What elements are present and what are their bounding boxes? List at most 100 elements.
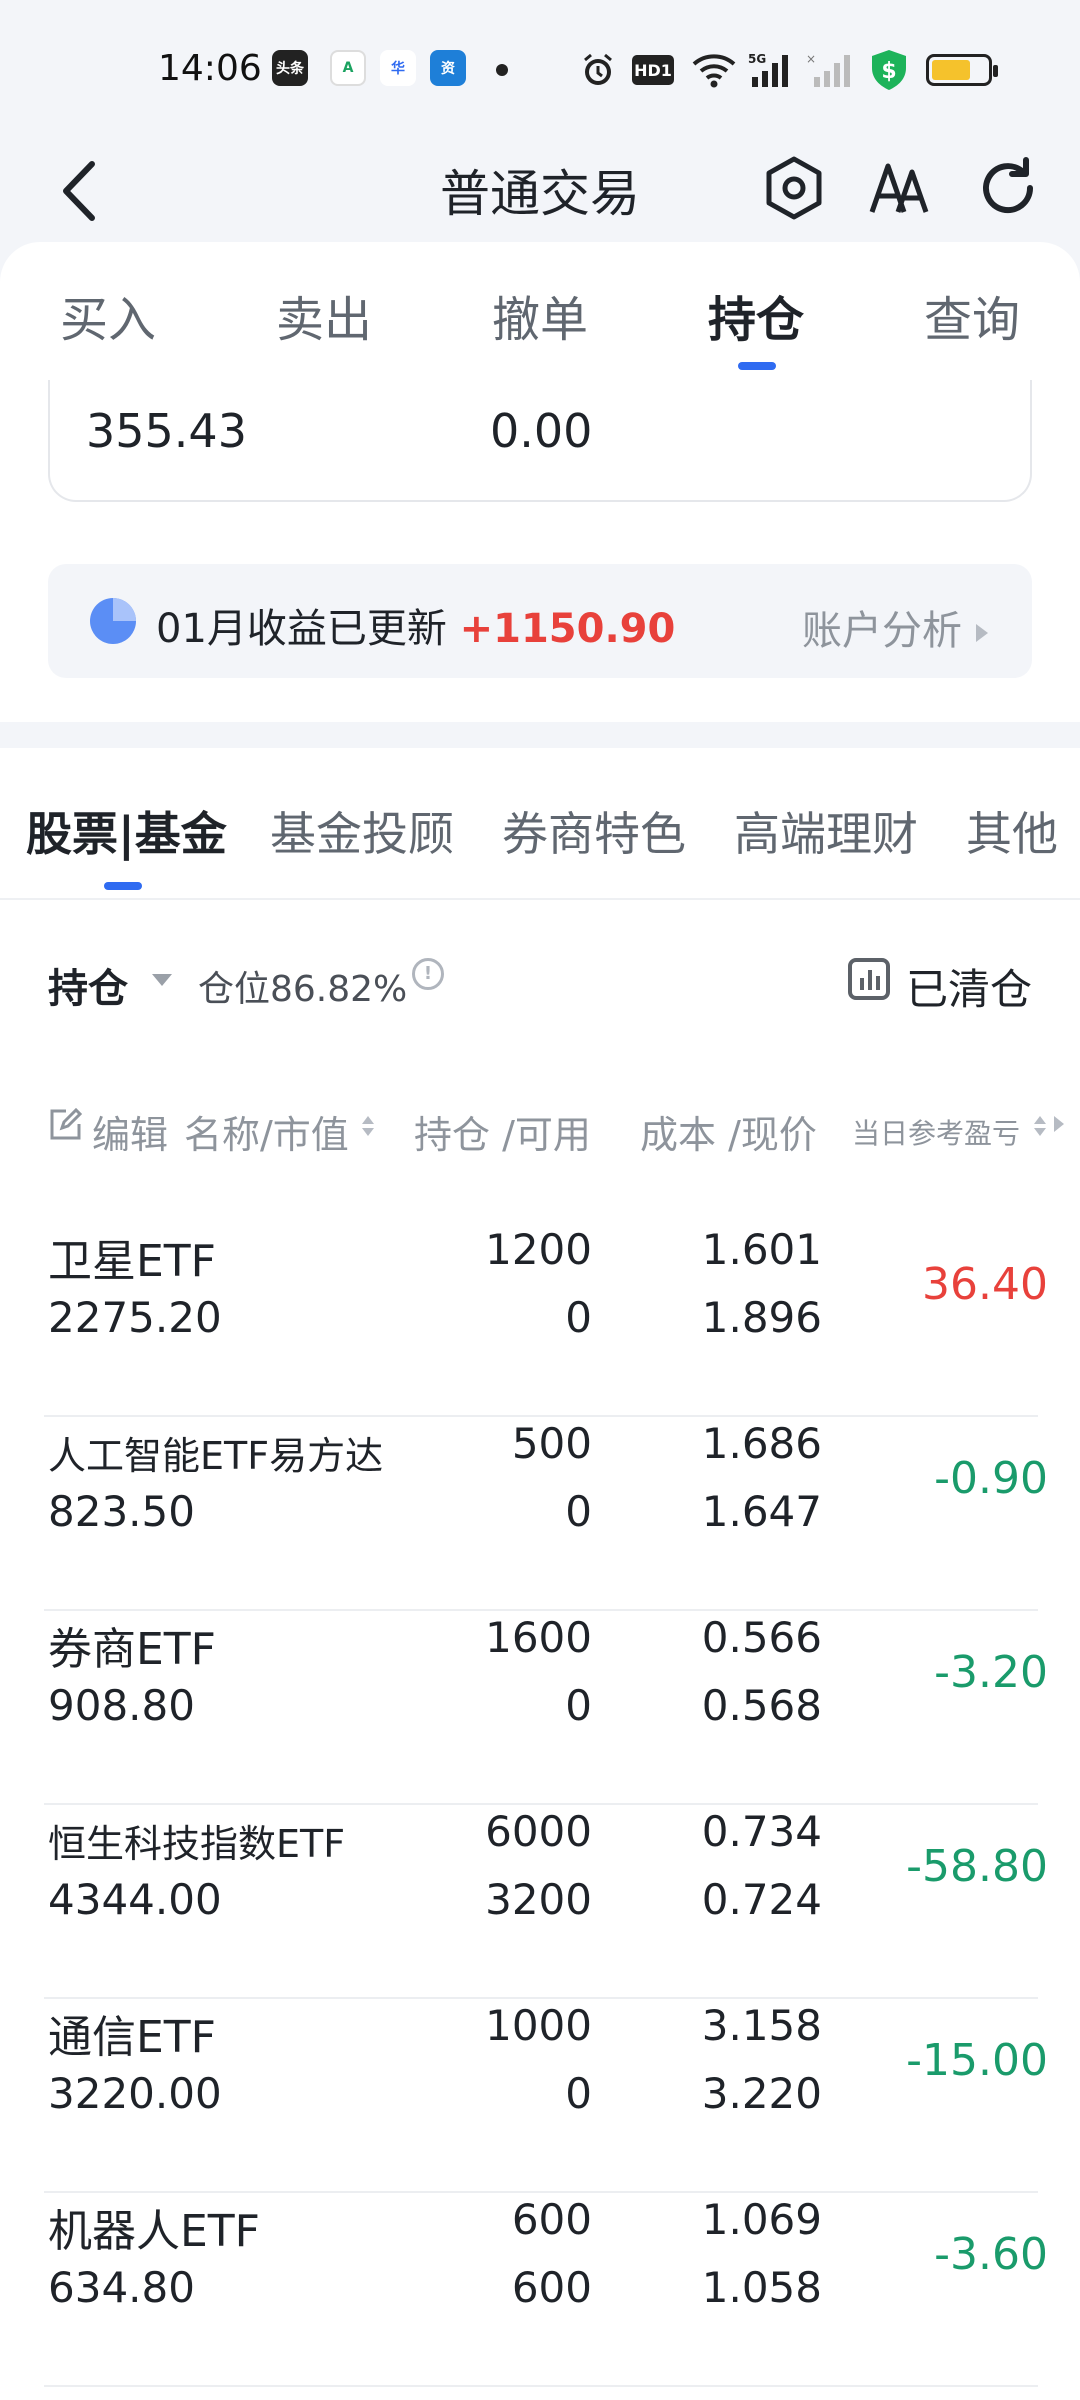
svg-text:×: ×	[806, 52, 816, 66]
column-pl[interactable]: 当日参考盈亏	[852, 1112, 1020, 1152]
income-amount: +1150.90	[459, 606, 676, 652]
sort-down-icon	[362, 1128, 374, 1136]
app-icon-hua: 华	[380, 50, 416, 86]
holding-market-value: 4344.00	[48, 1875, 222, 1924]
account-value-box: 355.43 0.00	[48, 380, 1032, 502]
tab-broker-special[interactable]: 券商特色	[502, 798, 686, 864]
chevron-right-icon	[976, 624, 988, 642]
holding-name: 卫星ETF	[48, 1236, 216, 1287]
edit-icon[interactable]	[48, 1108, 82, 1142]
status-bar: 14:06 头条 A 华 资 HD1 5G × $	[0, 0, 1080, 140]
holding-pl: -3.20	[934, 1647, 1048, 1698]
holding-cost: 3.158	[701, 2001, 822, 2050]
holding-cost: 0.734	[701, 1807, 822, 1856]
holding-name: 机器人ETF	[48, 2206, 260, 2257]
table-row[interactable]: 机器人ETF 634.80 600 600 1.069 1.058 -3.60	[0, 2193, 1080, 2387]
tab-buy[interactable]: 买入	[60, 280, 156, 350]
income-text: 01月收益已更新 +1150.90	[156, 606, 676, 652]
pie-chart-icon	[90, 598, 136, 644]
toutiao-app-icon: 头条	[272, 50, 308, 86]
holding-cost: 1.601	[701, 1225, 822, 1274]
cleared-positions-button[interactable]: 已清仓	[906, 956, 1032, 1017]
holding-market-value: 3220.00	[48, 2069, 222, 2118]
holding-available: 0	[565, 1487, 592, 1536]
table-row[interactable]: 通信ETF 3220.00 1000 0 3.158 3.220 -15.00	[0, 1999, 1080, 2193]
holdings-card: 股票|基金 基金投顾 券商特色 高端理财 其他 持仓 仓位86.82% ! 已清…	[0, 748, 1080, 2400]
active-tab-indicator	[738, 362, 776, 370]
title-bar: 普通交易	[0, 140, 1080, 250]
status-time: 14:06	[158, 48, 262, 89]
holding-market-value: 908.80	[48, 1681, 195, 1730]
holding-price: 0.724	[701, 1875, 822, 1924]
tab-premium-wealth[interactable]: 高端理财	[734, 798, 918, 864]
active-category-indicator	[104, 882, 142, 890]
svg-text:5G: 5G	[748, 52, 766, 66]
holding-quantity: 600	[511, 2195, 592, 2244]
account-value: 355.43	[86, 404, 247, 458]
holding-pl: -58.80	[906, 1841, 1048, 1892]
wifi-icon	[690, 50, 738, 90]
tab-query[interactable]: 查询	[924, 280, 1020, 350]
holding-available: 0	[565, 1681, 592, 1730]
svg-text:$: $	[881, 59, 896, 84]
shield-dollar-icon: $	[868, 50, 910, 90]
holding-name: 恒生科技指数ETF	[48, 1822, 346, 1866]
holding-available: 3200	[485, 1875, 592, 1924]
cleared-positions-icon[interactable]	[848, 958, 890, 1000]
holding-name: 券商ETF	[48, 1624, 216, 1675]
battery-icon	[926, 54, 998, 86]
font-size-button[interactable]	[860, 148, 940, 228]
income-banner[interactable]: 01月收益已更新 +1150.90 账户分析	[48, 564, 1032, 678]
holding-price: 3.220	[701, 2069, 822, 2118]
holding-price: 1.647	[701, 1487, 822, 1536]
app-icon-a: A	[330, 50, 366, 86]
sort-up-icon	[1034, 1116, 1046, 1124]
column-cost: 成本 /现价	[640, 1113, 817, 1157]
holding-quantity: 1600	[485, 1613, 592, 1662]
tab-cancel[interactable]: 撤单	[492, 280, 588, 350]
refresh-icon	[983, 157, 1034, 214]
table-row[interactable]: 恒生科技指数ETF 4344.00 6000 3200 0.734 0.724 -58.80	[0, 1805, 1080, 1999]
holding-market-value: 2275.20	[48, 1293, 222, 1342]
tab-other[interactable]: 其他	[966, 798, 1058, 864]
hd-icon: HD1	[632, 55, 674, 85]
holding-price: 1.896	[701, 1293, 822, 1342]
signal-icon: ×	[806, 50, 854, 90]
holding-name: 通信ETF	[48, 2012, 216, 2063]
account-analysis-link[interactable]: 账户分析	[802, 598, 988, 656]
refresh-button[interactable]	[968, 148, 1048, 228]
info-icon[interactable]: !	[412, 958, 444, 990]
holding-pl: -15.00	[906, 2035, 1048, 2086]
table-row[interactable]: 券商ETF 908.80 1600 0 0.566 0.568 -3.20	[0, 1611, 1080, 1805]
holding-market-value: 823.50	[48, 1487, 195, 1536]
holding-name: 人工智能ETF易方达	[48, 1434, 384, 1478]
holding-pl: -0.90	[934, 1453, 1048, 1504]
table-header: 编辑 名称/市值 持仓 /可用 成本 /现价 当日参考盈亏	[0, 1086, 1080, 1166]
position-ratio: 仓位86.82%	[198, 969, 408, 1010]
position-filter[interactable]: 持仓	[48, 956, 128, 1014]
tab-sell[interactable]: 卖出	[276, 280, 372, 350]
holding-available: 0	[565, 1293, 592, 1342]
hexagon-settings-icon	[766, 156, 822, 220]
column-hold: 持仓 /可用	[414, 1113, 591, 1157]
edit-button[interactable]: 编辑	[92, 1104, 168, 1159]
sort-down-icon	[1034, 1128, 1046, 1136]
holding-quantity: 1000	[485, 2001, 592, 2050]
settings-button[interactable]	[754, 148, 834, 228]
trade-card: 买入 卖出 撤单 持仓 查询 355.43 0.00 01月收益已更新 +115…	[0, 242, 1080, 722]
holding-cost: 1.686	[701, 1419, 822, 1468]
holding-pl: -3.60	[934, 2229, 1048, 2280]
holding-cost: 0.566	[701, 1613, 822, 1662]
holding-available: 600	[511, 2263, 592, 2312]
scroll-right-icon[interactable]	[1054, 1116, 1064, 1132]
tab-fund-advisory[interactable]: 基金投顾	[270, 798, 454, 864]
row-divider	[44, 2385, 1038, 2387]
column-name[interactable]: 名称/市值	[184, 1104, 349, 1159]
table-row[interactable]: 卫星ETF 2275.20 1200 0 1.601 1.896 36.40	[0, 1223, 1080, 1417]
tab-positions[interactable]: 持仓	[708, 280, 804, 350]
holding-price: 1.058	[701, 2263, 822, 2312]
more-notifications-icon	[496, 64, 508, 76]
tab-stock-fund[interactable]: 股票|基金	[26, 798, 227, 864]
table-row[interactable]: 人工智能ETF易方达 823.50 500 0 1.686 1.647 -0.90	[0, 1417, 1080, 1611]
caret-down-icon[interactable]	[152, 974, 172, 986]
